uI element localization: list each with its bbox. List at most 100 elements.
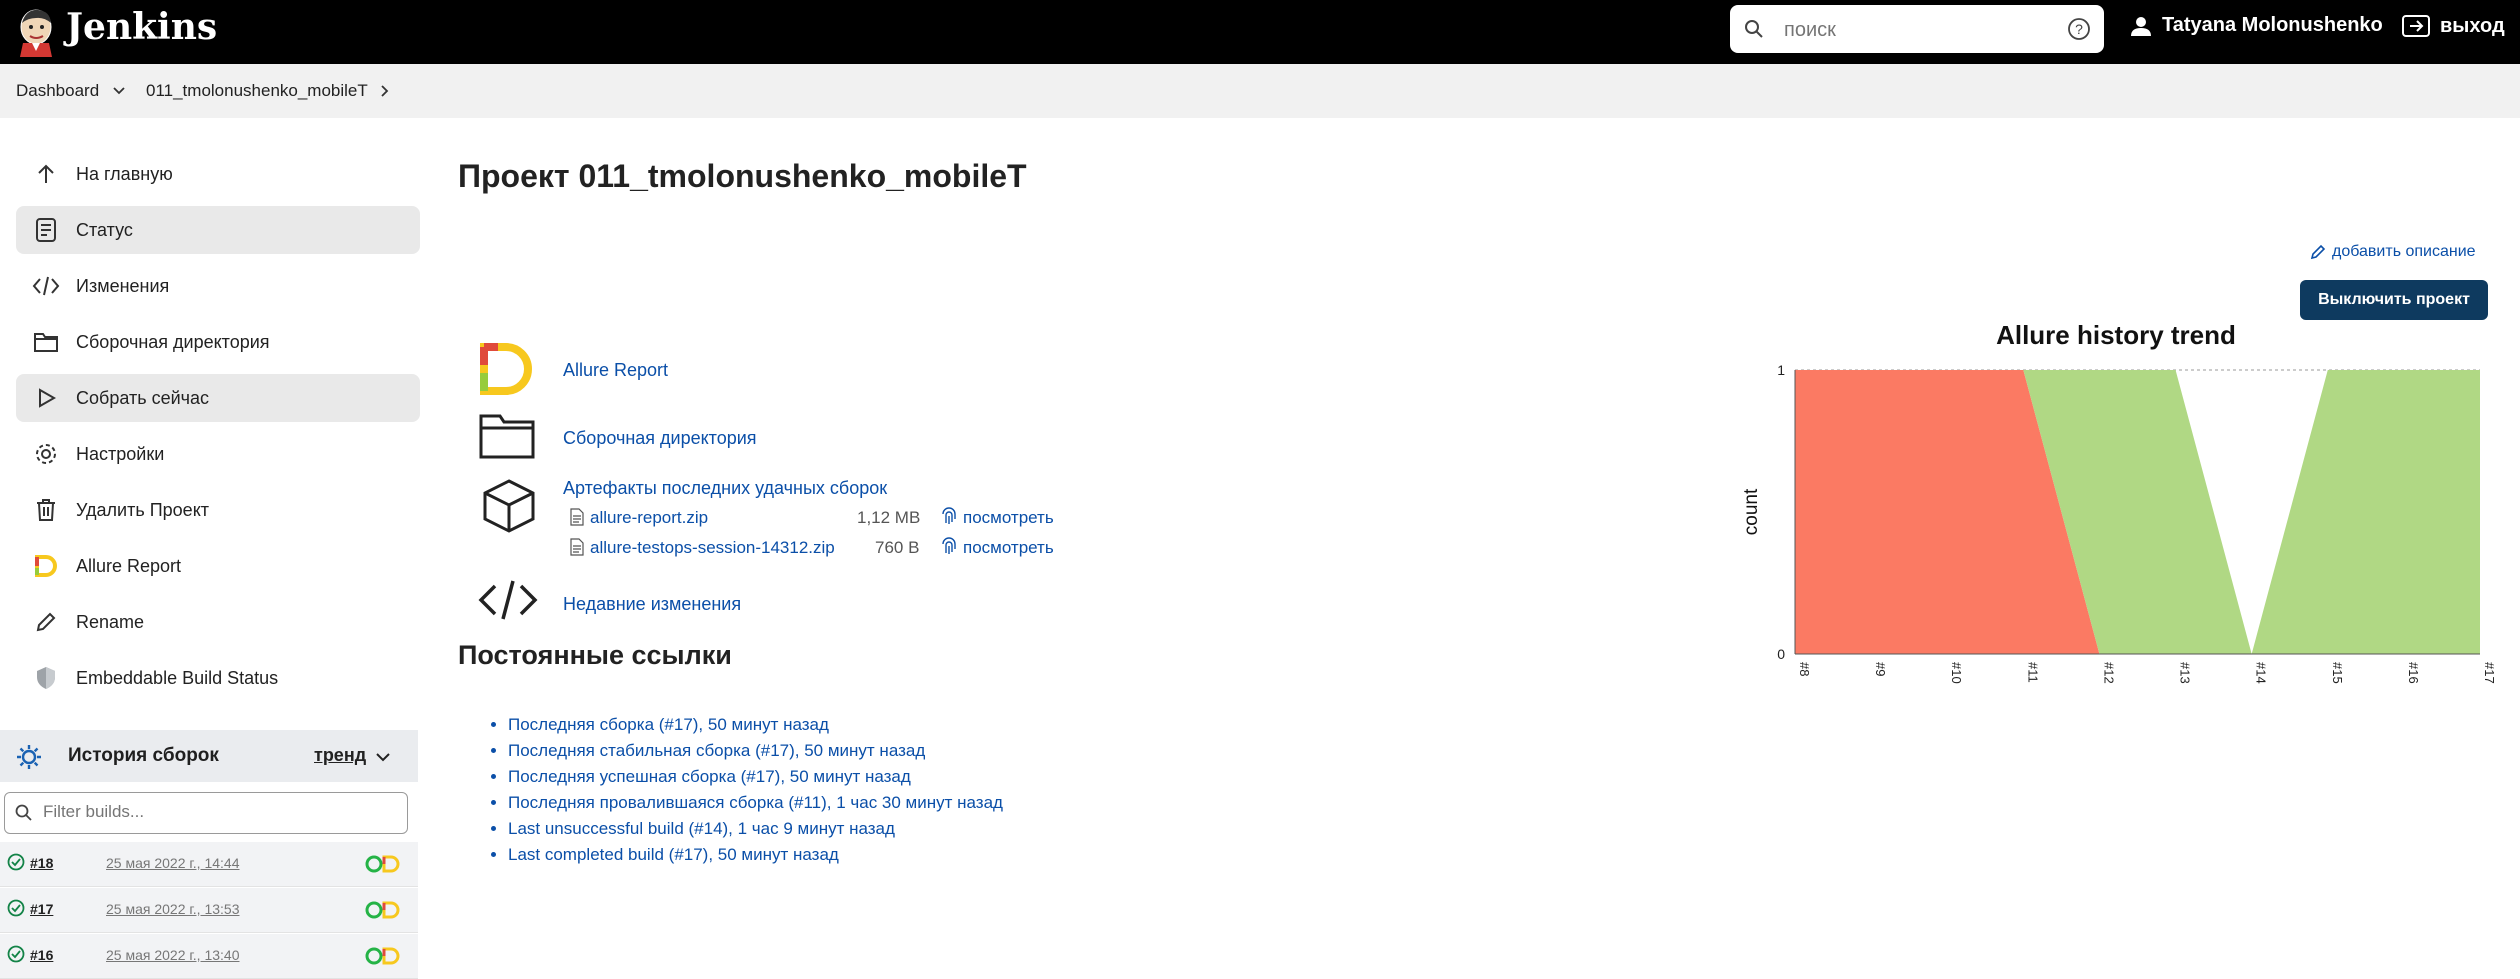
sidebar-item-label: Собрать сейчас <box>76 387 210 408</box>
build-row-17[interactable]: #17 25 мая 2022 г., 13:53 <box>0 888 418 933</box>
top-bar: Jenkins ? Tatyana Molonushenko выход <box>0 0 2520 64</box>
chart-x-tick-label: #12 <box>2101 662 2116 684</box>
trend-link[interactable]: тренд <box>314 745 366 766</box>
folder-icon <box>16 331 76 353</box>
build-history-icon <box>17 745 41 769</box>
artifact-size: 760 B <box>875 538 920 557</box>
artifacts-link[interactable]: Артефакты последних удачных сборок <box>563 478 887 499</box>
chart-title: Allure history trend <box>1996 320 2236 350</box>
logout-button[interactable]: выход <box>2402 14 2505 38</box>
chart-x-tick-label: #17 <box>2482 662 2497 684</box>
build-row-16[interactable]: #16 25 мая 2022 г., 13:40 <box>0 934 418 979</box>
user-menu[interactable]: Tatyana Molonushenko <box>2130 14 2383 37</box>
file-icon <box>570 538 584 556</box>
chart-y-axis-label: count <box>1741 488 1762 535</box>
svg-text:?: ? <box>2075 21 2083 37</box>
chevron-down-icon[interactable] <box>112 84 126 98</box>
build-badges-icon[interactable] <box>364 946 404 966</box>
code-icon <box>16 275 76 297</box>
search-input[interactable] <box>1782 12 2036 48</box>
sidebar-item-label: Статус <box>76 219 133 240</box>
pencil-icon <box>2310 244 2326 260</box>
artifact-link[interactable]: allure-testops-session-14312.zip <box>590 538 835 558</box>
sidebar-item-changes[interactable]: Изменения <box>16 262 420 310</box>
jenkins-brand[interactable]: Jenkins <box>66 6 217 48</box>
sidebar-item-rename[interactable]: Rename <box>16 598 420 646</box>
trash-icon <box>16 498 76 522</box>
success-icon <box>7 853 25 871</box>
sidebar-item-settings[interactable]: Настройки <box>16 430 420 478</box>
list-item: Last completed build (#17), 50 минут наз… <box>508 842 1003 868</box>
allure-icon[interactable] <box>478 343 536 395</box>
allure-report-link[interactable]: Allure Report <box>563 360 668 381</box>
sidebar-item-label: Rename <box>76 611 145 632</box>
chevron-right-icon[interactable] <box>378 84 392 98</box>
sidebar-tasks: На главную Статус Изменения Сборочная ди… <box>16 150 420 710</box>
chart-x-tick-label: #15 <box>2330 662 2345 684</box>
permalinks-title: Постоянные ссылки <box>458 640 732 670</box>
view-artifact-link[interactable]: посмотреть <box>963 508 1054 528</box>
permalink[interactable]: Последняя успешная сборка (#17), 50 мину… <box>508 767 911 786</box>
chart-x-tick-label: #11 <box>2025 662 2040 683</box>
sidebar-item-label: Изменения <box>76 275 170 296</box>
build-badges-icon[interactable] <box>364 854 404 874</box>
artifact-link[interactable]: allure-report.zip <box>590 508 708 528</box>
workspace-link[interactable]: Сборочная директория <box>563 428 757 449</box>
chart-x-tick-label: #14 <box>2254 662 2269 684</box>
permalink[interactable]: Last completed build (#17), 50 минут наз… <box>508 845 839 864</box>
search-box[interactable]: ? <box>1730 5 2104 53</box>
sidebar-item-build-status[interactable]: Embeddable Build Status <box>16 654 420 702</box>
chevron-down-icon[interactable] <box>375 749 391 765</box>
build-date[interactable]: 25 мая 2022 г., 13:40 <box>106 947 239 963</box>
allure-icon <box>16 554 76 578</box>
file-icon <box>570 508 584 526</box>
build-badges-icon[interactable] <box>364 900 404 920</box>
sidebar-item-label: Embeddable Build Status <box>76 667 279 688</box>
breadcrumb-project[interactable]: 011_tmolonushenko_mobileT <box>146 81 368 101</box>
permalink[interactable]: Последняя сборка (#17), 50 минут назад <box>508 715 829 734</box>
recent-changes-link[interactable]: Недавние изменения <box>563 594 741 615</box>
breadcrumb-dashboard[interactable]: Dashboard <box>16 81 99 101</box>
breadcrumb: Dashboard 011_tmolonushenko_mobileT <box>0 64 2520 118</box>
build-date[interactable]: 25 мая 2022 г., 14:44 <box>106 855 239 871</box>
sidebar-item-label: Удалить Проект <box>76 499 210 520</box>
list-item: Последняя стабильная сборка (#17), 50 ми… <box>508 738 1003 764</box>
filter-builds-input[interactable] <box>41 801 385 823</box>
chart-x-tick-label: #10 <box>1949 662 1964 684</box>
allure-history-trend-chart[interactable]: 0 1 #8 #9 #10 #11 #12 #13 #14 #15 #16 #17 count <box>1740 350 2500 700</box>
fingerprint-icon[interactable] <box>940 536 958 556</box>
view-artifact-link[interactable]: посмотреть <box>963 538 1054 558</box>
fingerprint-icon[interactable] <box>940 506 958 526</box>
build-row-18[interactable]: #18 25 мая 2022 г., 14:44 <box>0 842 418 887</box>
sidebar-item-delete[interactable]: Удалить Проект <box>16 486 420 534</box>
filter-builds-box[interactable] <box>4 792 408 834</box>
help-icon[interactable]: ? <box>2067 17 2091 41</box>
permalink[interactable]: Последняя стабильная сборка (#17), 50 ми… <box>508 741 925 760</box>
disable-project-button[interactable]: Выключить проект <box>2300 280 2488 320</box>
sidebar-item-home[interactable]: На главную <box>16 150 420 198</box>
folder-icon[interactable] <box>478 412 536 460</box>
logout-icon <box>2402 15 2430 37</box>
list-item: Последняя сборка (#17), 50 минут назад <box>508 712 1003 738</box>
sidebar-item-build-now[interactable]: Собрать сейчас <box>16 374 420 422</box>
add-description-link[interactable]: добавить описание <box>2310 243 2476 261</box>
user-name: Tatyana Molonushenko <box>2162 14 2383 36</box>
code-icon[interactable] <box>478 578 538 622</box>
permalink[interactable]: Last unsuccessful build (#14), 1 час 9 м… <box>508 819 895 838</box>
build-number[interactable]: #16 <box>30 947 53 963</box>
build-number[interactable]: #18 <box>30 855 53 871</box>
jenkins-logo-icon[interactable] <box>14 5 58 57</box>
build-number[interactable]: #17 <box>30 901 53 917</box>
sidebar-item-label: Allure Report <box>76 555 182 576</box>
chart-x-tick-label: #8 <box>1797 662 1812 676</box>
sidebar-item-status[interactable]: Статус <box>16 206 420 254</box>
build-history-title: История сборок <box>68 745 219 766</box>
chart-x-tick-label: #9 <box>1873 662 1888 676</box>
gear-icon <box>16 442 76 466</box>
build-history-header: История сборок тренд <box>0 730 418 782</box>
sidebar-item-allure[interactable]: Allure Report <box>16 542 420 590</box>
chart-x-tick-label: #16 <box>2406 662 2421 684</box>
build-date[interactable]: 25 мая 2022 г., 13:53 <box>106 901 239 917</box>
permalink[interactable]: Последняя провалившаяся сборка (#11), 1 … <box>508 793 1003 812</box>
sidebar-item-workspace[interactable]: Сборочная директория <box>16 318 420 366</box>
